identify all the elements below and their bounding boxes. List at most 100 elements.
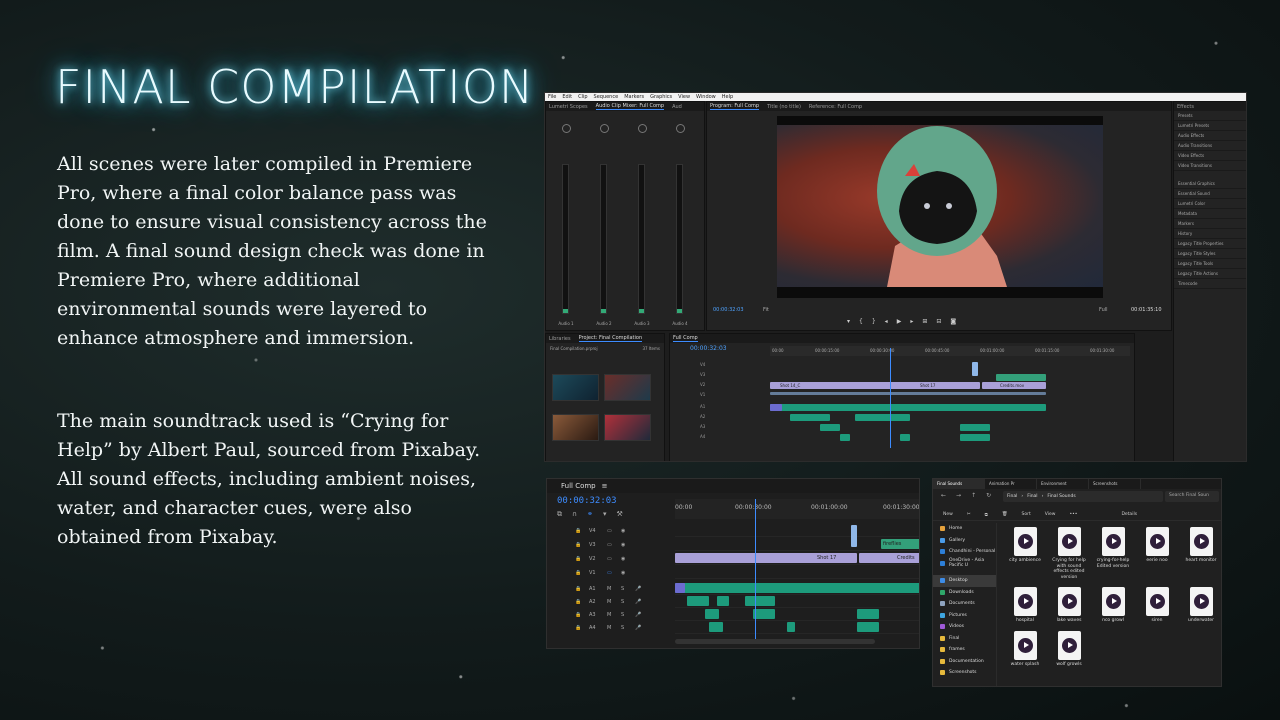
- solo-button[interactable]: S: [621, 612, 624, 618]
- file-item[interactable]: lake waves: [1049, 587, 1089, 624]
- zoom-select[interactable]: Fit: [763, 307, 769, 313]
- effects-folder-lumetri[interactable]: Lumetri Presets: [1174, 121, 1246, 131]
- file-item[interactable]: hospital: [1005, 587, 1045, 624]
- nav-pictures[interactable]: Pictures: [933, 610, 996, 622]
- pan-knob[interactable]: [675, 124, 685, 133]
- lock-icon[interactable]: 🔒: [575, 556, 581, 562]
- file-item[interactable]: underwater: [1181, 587, 1221, 624]
- tab-final-sounds[interactable]: Final Sounds: [933, 479, 985, 489]
- program-timecode[interactable]: 00:00:32:03: [713, 307, 744, 313]
- tab-audio-overflow[interactable]: Aud: [672, 104, 682, 110]
- file-item[interactable]: city ambience: [1005, 527, 1045, 564]
- audio-clip[interactable]: [857, 622, 879, 632]
- lock-icon[interactable]: 🔒: [575, 542, 581, 548]
- effects-folder-audio-effects[interactable]: Audio Effects: [1174, 131, 1246, 141]
- tab-screenshots[interactable]: Screenshots: [1089, 479, 1141, 489]
- file-item[interactable]: siren: [1137, 587, 1177, 624]
- nav-onedrive-org[interactable]: OneDrive - Asia Pacific U: [933, 558, 996, 570]
- lock-icon[interactable]: 🔒: [575, 528, 581, 534]
- menu-graphics[interactable]: Graphics: [650, 93, 672, 101]
- eye-icon[interactable]: ◉: [621, 542, 625, 548]
- tab-program-monitor[interactable]: Program: Full Comp: [710, 103, 760, 110]
- nav-home[interactable]: Home: [933, 523, 996, 535]
- panel-metadata[interactable]: Metadata: [1174, 209, 1246, 219]
- tab-full-comp[interactable]: Full Comp: [561, 482, 596, 490]
- effects-folder-video-effects[interactable]: Video Effects: [1174, 151, 1246, 161]
- step-forward-icon[interactable]: ▸: [910, 318, 913, 325]
- panel-legacy-title-actions[interactable]: Legacy Title Actions: [1174, 269, 1246, 279]
- video-clip[interactable]: fireflies: [881, 539, 919, 549]
- horizontal-scrollbar[interactable]: [675, 639, 875, 644]
- lock-icon[interactable]: 🔒: [575, 570, 581, 576]
- out-point-icon[interactable]: }: [872, 318, 876, 325]
- nav-documents[interactable]: Documents: [933, 598, 996, 610]
- tab-menu-icon[interactable]: ≡: [602, 482, 608, 490]
- nav-screenshots[interactable]: Screenshots: [933, 667, 996, 679]
- more-button[interactable]: •••: [1069, 512, 1077, 517]
- timeline-timecode[interactable]: 00:00:32:03: [557, 496, 617, 506]
- pan-knob[interactable]: [561, 124, 571, 133]
- menu-window[interactable]: Window: [696, 93, 716, 101]
- eye-icon[interactable]: ◉: [621, 556, 625, 562]
- menu-view[interactable]: View: [678, 93, 690, 101]
- tab-animation-project[interactable]: Animation Pr: [985, 479, 1037, 489]
- menu-help[interactable]: Help: [722, 93, 733, 101]
- delete-icon[interactable]: 🗑: [1002, 512, 1008, 517]
- playhead[interactable]: [890, 348, 891, 448]
- panel-history[interactable]: History: [1174, 229, 1246, 239]
- file-item[interactable]: eerie noo: [1137, 527, 1177, 564]
- add-marker-icon[interactable]: ▾: [603, 510, 607, 519]
- effects-folder-presets[interactable]: Presets: [1174, 111, 1246, 121]
- nav-documentation[interactable]: Documentation: [933, 656, 996, 668]
- breadcrumb-final[interactable]: Final: [1007, 494, 1017, 499]
- export-frame-icon[interactable]: ◙: [950, 318, 956, 325]
- file-item[interactable]: nco growl: [1093, 587, 1133, 624]
- audio-clip[interactable]: [900, 434, 910, 441]
- panel-essential-sound[interactable]: Essential Sound: [1174, 189, 1246, 199]
- nest-icon[interactable]: ⧉: [557, 510, 562, 519]
- audio-clip[interactable]: [675, 583, 919, 593]
- microphone-icon[interactable]: 🎤: [635, 586, 641, 592]
- audio-clip[interactable]: [717, 596, 729, 606]
- mute-button[interactable]: M: [607, 612, 611, 618]
- menu-markers[interactable]: Markers: [624, 93, 644, 101]
- view-button[interactable]: View: [1045, 512, 1056, 517]
- tab-reference-monitor[interactable]: Reference: Full Comp: [809, 104, 862, 110]
- play-icon[interactable]: ▶: [897, 318, 902, 325]
- nav-videos[interactable]: Videos: [933, 621, 996, 633]
- audio-clip[interactable]: [705, 609, 719, 619]
- lock-icon[interactable]: 🔒: [575, 586, 581, 592]
- details-button[interactable]: Details: [1121, 512, 1137, 517]
- audio-clip[interactable]: [745, 596, 775, 606]
- microphone-icon[interactable]: 🎤: [635, 612, 641, 618]
- refresh-icon[interactable]: ↻: [986, 492, 991, 499]
- resolution-select[interactable]: Full: [1099, 307, 1108, 313]
- breadcrumb-final-sounds[interactable]: Final Sounds: [1047, 494, 1075, 499]
- effects-folder-audio-transitions[interactable]: Audio Transitions: [1174, 141, 1246, 151]
- audio-clip[interactable]: [753, 609, 775, 619]
- file-item[interactable]: heart monitor: [1181, 527, 1221, 564]
- media-thumbnail[interactable]: [604, 374, 651, 401]
- nav-onedrive-personal[interactable]: Chandhini - Personal: [933, 546, 996, 558]
- timeline-ruler[interactable]: 00:00 00:00:15:00 00:00:30:00 00:00:45:0…: [770, 346, 1130, 356]
- video-clip[interactable]: [972, 362, 978, 376]
- audio-clip[interactable]: [770, 404, 782, 411]
- mute-button[interactable]: M: [607, 625, 611, 631]
- solo-button[interactable]: S: [621, 599, 624, 605]
- lock-icon[interactable]: 🔒: [575, 599, 581, 605]
- microphone-icon[interactable]: 🎤: [635, 599, 641, 605]
- sync-icon[interactable]: ▭: [607, 556, 612, 562]
- lock-icon[interactable]: 🔒: [575, 625, 581, 631]
- file-item[interactable]: water splash: [1005, 631, 1045, 668]
- menu-clip[interactable]: Clip: [578, 93, 587, 101]
- menu-file[interactable]: File: [548, 93, 556, 101]
- cut-icon[interactable]: ✂: [967, 512, 971, 517]
- overwrite-icon[interactable]: ⊟: [936, 318, 941, 325]
- lock-icon[interactable]: 🔒: [575, 612, 581, 618]
- audio-clip[interactable]: [675, 583, 685, 593]
- audio-clip[interactable]: [840, 434, 850, 441]
- address-bar[interactable]: Final › Final › Final Sounds: [1003, 491, 1163, 502]
- in-point-icon[interactable]: {: [859, 318, 863, 325]
- panel-legacy-title-properties[interactable]: Legacy Title Properties: [1174, 239, 1246, 249]
- video-clip[interactable]: Shot 17: [675, 553, 857, 563]
